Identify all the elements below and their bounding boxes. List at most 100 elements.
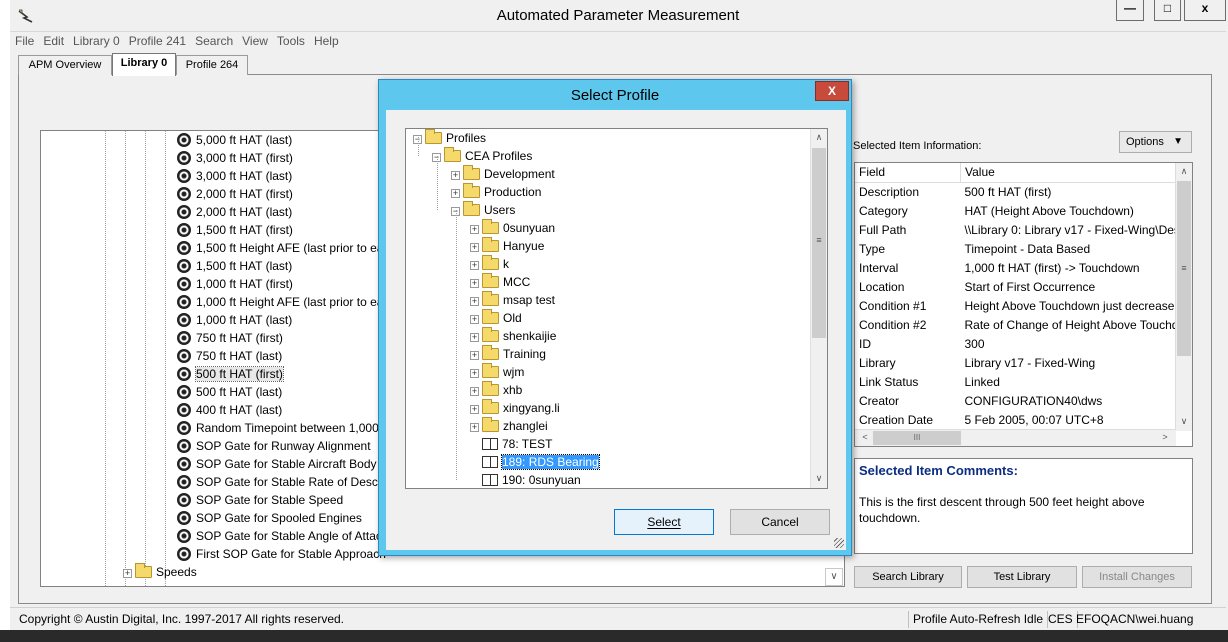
tree-item[interactable]: 500 ft HAT (last) xyxy=(177,383,282,401)
profile-tree-item[interactable]: + shenkaijie xyxy=(470,327,556,345)
column-header-value[interactable]: Value xyxy=(960,163,1176,183)
expand-toggle-icon[interactable]: + xyxy=(470,261,479,270)
expand-toggle-icon[interactable]: + xyxy=(470,405,479,414)
info-row[interactable]: Link Status Linked xyxy=(855,372,1176,391)
expand-toggle-icon[interactable]: + xyxy=(470,423,479,432)
tree-item[interactable]: SOP Gate for Stable Speed xyxy=(177,491,343,509)
profile-tree-item[interactable]: + Development xyxy=(451,165,555,183)
search-library-button[interactable]: Search Library xyxy=(854,566,962,588)
expand-toggle-icon[interactable]: + xyxy=(470,369,479,378)
expand-icon[interactable]: + xyxy=(123,569,132,578)
tree-item[interactable]: SOP Gate for Spooled Engines xyxy=(177,509,362,527)
info-row[interactable]: Description 500 ft HAT (first) xyxy=(855,182,1176,201)
expand-toggle-icon[interactable]: + xyxy=(470,225,479,234)
resize-grip-icon[interactable] xyxy=(834,538,844,548)
tree-item[interactable]: 1,500 ft HAT (last) xyxy=(177,257,292,275)
info-row[interactable]: Condition #2 Rate of Change of Height Abo… xyxy=(855,315,1176,334)
tree-item[interactable]: 750 ft HAT (first) xyxy=(177,329,283,347)
column-header-field[interactable]: Field xyxy=(855,163,961,183)
expand-toggle-icon[interactable]: + xyxy=(470,351,479,360)
profile-tree-item[interactable]: +0sunyuan xyxy=(470,219,555,237)
tree-item[interactable]: First SOP Gate for Stable Approach xyxy=(177,545,386,563)
expand-toggle-icon[interactable]: + xyxy=(451,189,460,198)
profile-tree-item[interactable]: + msap test xyxy=(470,291,555,309)
menu-edit[interactable]: Edit xyxy=(38,32,68,48)
profile-tree[interactable]: − Profiles − CEA Profiles + Development + Produ… xyxy=(405,128,828,489)
info-row[interactable]: Library Library v17 - Fixed-Wing xyxy=(855,353,1176,372)
profile-tree-scrollbar[interactable]: ∧ ≡ ∨ xyxy=(810,129,827,488)
tree-folder-speeds[interactable]: + Speeds xyxy=(123,563,197,581)
tree-item[interactable]: 400 ft HAT (last) xyxy=(177,401,282,419)
tree-item[interactable]: 1,000 ft Height AFE (last prior to ea xyxy=(177,293,383,311)
tree-scroll-down-button[interactable]: ∨ xyxy=(825,568,843,586)
menu-tools[interactable]: Tools xyxy=(272,32,309,48)
profile-tree-item[interactable]: 189: RDS Bearing xyxy=(470,453,600,471)
title-bar[interactable]: Automated Parameter Measurement ― □ x xyxy=(10,0,1226,31)
scroll-down-arrow-icon[interactable]: ∨ xyxy=(1176,413,1192,430)
info-horizontal-scrollbar[interactable]: < III > xyxy=(855,429,1176,446)
info-row[interactable]: Creation Date 5 Feb 2005, 00:07 UTC+8 xyxy=(855,410,1176,429)
profile-tree-item[interactable]: + MCC xyxy=(470,273,530,291)
info-row[interactable]: Location Start of First Occurrence xyxy=(855,277,1176,296)
info-row[interactable]: Interval 1,000 ft HAT (first) -> Touchdow… xyxy=(855,258,1176,277)
scroll-right-arrow-icon[interactable]: > xyxy=(1157,430,1173,446)
tree-item[interactable]: 2,000 ft HAT (first) xyxy=(177,185,293,203)
h-scroll-thumb[interactable]: III xyxy=(873,431,961,445)
options-dropdown[interactable]: Options ▼ xyxy=(1119,131,1192,153)
tree-item[interactable]: 750 ft HAT (last) xyxy=(177,347,282,365)
tree-item[interactable]: SOP Gate for Stable Aircraft Body R xyxy=(177,455,389,473)
tree-item[interactable]: Random Timepoint between 1,000 xyxy=(177,419,379,437)
profile-tree-item[interactable]: + k xyxy=(470,255,509,273)
tab-library-0[interactable]: Library 0 xyxy=(112,53,176,76)
tree-item[interactable]: 1,500 ft HAT (first) xyxy=(177,221,293,239)
profile-tree-item[interactable]: − CEA Profiles xyxy=(432,147,532,165)
menu-file[interactable]: File xyxy=(10,32,38,48)
tree-item[interactable]: 1,000 ft HAT (last) xyxy=(177,311,292,329)
tree-item[interactable]: SOP Gate for Stable Rate of Descen xyxy=(177,473,391,491)
scroll-down-arrow-icon[interactable]: ∨ xyxy=(811,470,827,487)
scroll-up-arrow-icon[interactable]: ∧ xyxy=(811,129,827,146)
menu-search[interactable]: Search xyxy=(190,32,237,48)
menu-library[interactable]: Library 0 xyxy=(68,32,124,48)
expand-toggle-icon[interactable]: + xyxy=(470,333,479,342)
profile-tree-item[interactable]: + xhb xyxy=(470,381,522,399)
profile-tree-item[interactable]: + Old xyxy=(470,309,522,327)
profile-tree-item[interactable]: + Hanyue xyxy=(470,237,544,255)
info-vertical-scrollbar[interactable]: ∧ ≡ ∨ xyxy=(1175,163,1192,431)
dialog-close-button[interactable]: X xyxy=(815,81,849,101)
expand-toggle-icon[interactable]: + xyxy=(470,387,479,396)
cancel-button[interactable]: Cancel xyxy=(730,509,830,535)
expand-toggle-icon[interactable]: + xyxy=(470,315,479,324)
scroll-left-arrow-icon[interactable]: < xyxy=(857,430,873,446)
tree-item[interactable]: 1,000 ft HAT (first) xyxy=(177,275,293,293)
tree-item[interactable]: SOP Gate for Runway Alignment xyxy=(177,437,371,455)
minimize-button[interactable]: ― xyxy=(1116,0,1144,21)
tree-item[interactable]: 2,000 ft HAT (last) xyxy=(177,203,292,221)
tree-item[interactable]: SOP Gate for Stable Angle of Attac xyxy=(177,527,382,545)
profile-tree-item[interactable]: + zhanglei xyxy=(470,417,548,435)
profile-tree-item[interactable]: + Production xyxy=(451,183,541,201)
profile-tree-item[interactable]: − Users xyxy=(451,201,515,219)
tree-item[interactable]: 5,000 ft HAT (last) xyxy=(177,131,292,149)
expand-toggle-icon[interactable]: + xyxy=(470,279,479,288)
info-row[interactable]: ID 300 xyxy=(855,334,1176,353)
select-button[interactable]: Select xyxy=(614,509,714,535)
info-row[interactable]: Full Path \\Library 0: Library v17 - Fixe… xyxy=(855,220,1176,239)
scroll-up-arrow-icon[interactable]: ∧ xyxy=(1176,163,1192,180)
tab-apm-overview[interactable]: APM Overview xyxy=(18,55,112,75)
tree-item[interactable]: 500 ft HAT (first) xyxy=(177,365,284,383)
test-library-button[interactable]: Test Library xyxy=(967,566,1077,588)
profile-tree-item[interactable]: + Training xyxy=(470,345,546,363)
profile-tree-item[interactable]: + wjm xyxy=(470,363,524,381)
info-grid[interactable]: Field Value Description 500 ft HAT (first)… xyxy=(854,162,1193,447)
expand-toggle-icon[interactable]: + xyxy=(451,171,460,180)
profile-tree-item[interactable]: − Profiles xyxy=(413,129,486,147)
menu-help[interactable]: Help xyxy=(309,32,343,48)
info-row[interactable]: Condition #1 Height Above Touchdown just … xyxy=(855,296,1176,315)
expand-toggle-icon[interactable]: + xyxy=(470,297,479,306)
info-row[interactable]: Creator CONFIGURATION40\dws xyxy=(855,391,1176,410)
tree-item[interactable]: 3,000 ft HAT (first) xyxy=(177,149,293,167)
tree-item[interactable]: 1,500 ft Height AFE (last prior to ea xyxy=(177,239,383,257)
maximize-button[interactable]: □ xyxy=(1154,0,1181,21)
profile-tree-item[interactable]: + xingyang.li xyxy=(470,399,560,417)
